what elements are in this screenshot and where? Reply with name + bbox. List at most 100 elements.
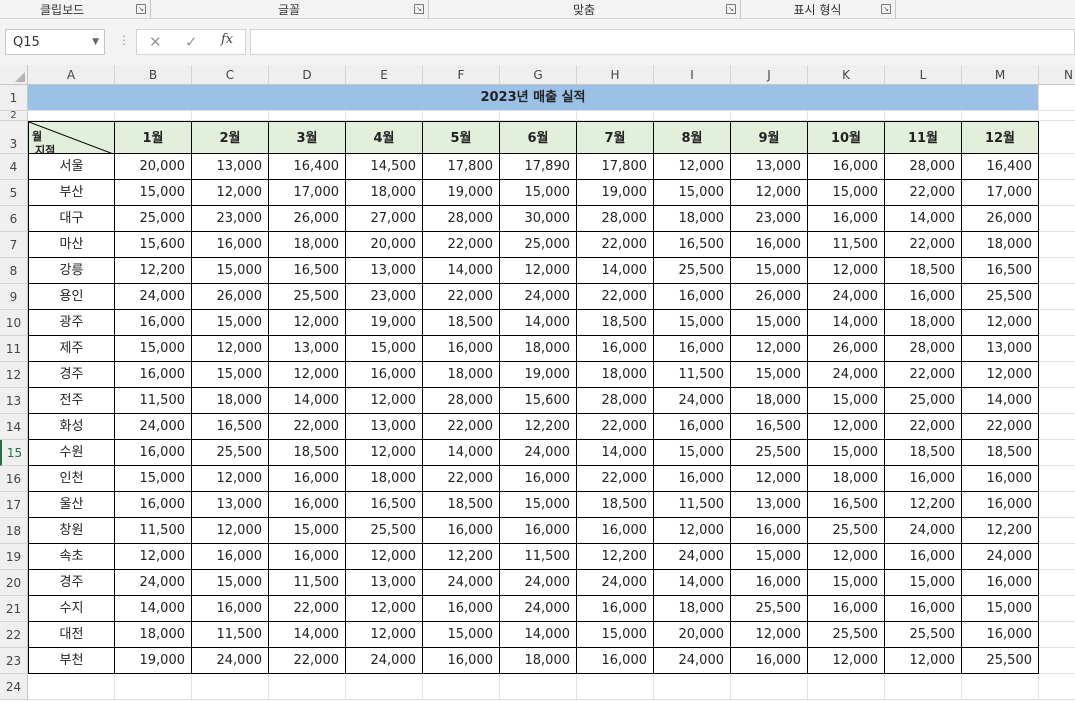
sales-value-cell[interactable]: 13,000 bbox=[962, 336, 1039, 362]
grid-cell[interactable] bbox=[115, 111, 192, 121]
sales-value-cell[interactable]: 16,000 bbox=[423, 596, 500, 622]
sales-value-cell[interactable]: 24,000 bbox=[423, 570, 500, 596]
formula-bar-grip-icon[interactable]: ⋮ bbox=[118, 34, 130, 46]
row-header-2[interactable]: 2 bbox=[0, 111, 28, 121]
grid-cell[interactable] bbox=[962, 674, 1039, 700]
sales-value-cell[interactable]: 15,000 bbox=[423, 622, 500, 648]
sheet-title[interactable]: 2023년 매출 실적 bbox=[28, 85, 1039, 111]
sales-value-cell[interactable]: 18,000 bbox=[500, 648, 577, 674]
sales-value-cell[interactable]: 17,800 bbox=[423, 154, 500, 180]
grid-cell[interactable] bbox=[1039, 466, 1075, 492]
sales-value-cell[interactable]: 11,500 bbox=[192, 622, 269, 648]
sales-value-cell[interactable]: 24,000 bbox=[500, 596, 577, 622]
sales-value-cell[interactable]: 12,200 bbox=[500, 414, 577, 440]
sales-value-cell[interactable]: 13,000 bbox=[346, 258, 423, 284]
sales-value-cell[interactable]: 12,000 bbox=[269, 310, 346, 336]
sales-value-cell[interactable]: 14,000 bbox=[577, 440, 654, 466]
grid-cell[interactable] bbox=[115, 674, 192, 700]
sales-value-cell[interactable]: 16,500 bbox=[269, 258, 346, 284]
column-header-n[interactable]: N bbox=[1039, 65, 1075, 85]
sales-value-cell[interactable]: 18,000 bbox=[192, 388, 269, 414]
sales-value-cell[interactable]: 13,000 bbox=[269, 336, 346, 362]
sales-value-cell[interactable]: 11,500 bbox=[808, 232, 885, 258]
enter-icon[interactable]: ✓ bbox=[185, 33, 198, 51]
sales-value-cell[interactable]: 14,000 bbox=[423, 440, 500, 466]
formula-input[interactable] bbox=[250, 29, 1075, 55]
sales-value-cell[interactable]: 14,000 bbox=[962, 388, 1039, 414]
sales-value-cell[interactable]: 13,000 bbox=[346, 414, 423, 440]
grid-cell[interactable] bbox=[1039, 206, 1075, 232]
sales-value-cell[interactable]: 17,800 bbox=[577, 154, 654, 180]
branch-name-cell[interactable]: 부산 bbox=[28, 180, 115, 206]
sales-value-cell[interactable]: 11,500 bbox=[654, 492, 731, 518]
sales-value-cell[interactable]: 25,500 bbox=[885, 622, 962, 648]
sales-value-cell[interactable]: 16,500 bbox=[808, 492, 885, 518]
worksheet-grid[interactable]: A B C D E F G H I J K L M N 1 2 3 4 5 6 7 8 9 10 11 12 13 14 15 16 17 1… bbox=[0, 65, 1075, 702]
sales-value-cell[interactable]: 18,000 bbox=[808, 466, 885, 492]
sales-value-cell[interactable]: 15,000 bbox=[192, 362, 269, 388]
grid-cell[interactable] bbox=[500, 674, 577, 700]
month-header[interactable]: 12월 bbox=[962, 121, 1039, 154]
sales-value-cell[interactable]: 25,500 bbox=[269, 284, 346, 310]
sales-value-cell[interactable]: 12,000 bbox=[731, 180, 808, 206]
sales-value-cell[interactable]: 18,500 bbox=[423, 492, 500, 518]
sales-value-cell[interactable]: 19,000 bbox=[423, 180, 500, 206]
chevron-down-icon[interactable]: ▼ bbox=[92, 37, 99, 47]
sales-value-cell[interactable]: 15,600 bbox=[500, 388, 577, 414]
sales-value-cell[interactable]: 16,000 bbox=[731, 232, 808, 258]
sales-value-cell[interactable]: 24,000 bbox=[885, 518, 962, 544]
sales-value-cell[interactable]: 16,500 bbox=[962, 258, 1039, 284]
sales-value-cell[interactable]: 15,000 bbox=[731, 544, 808, 570]
sales-value-cell[interactable]: 22,000 bbox=[577, 284, 654, 310]
sales-value-cell[interactable]: 12,000 bbox=[808, 414, 885, 440]
sales-value-cell[interactable]: 12,000 bbox=[885, 648, 962, 674]
row-header-5[interactable]: 5 bbox=[0, 180, 28, 206]
sales-value-cell[interactable]: 12,000 bbox=[500, 258, 577, 284]
cancel-icon[interactable]: ✕ bbox=[149, 33, 162, 51]
sales-value-cell[interactable]: 22,000 bbox=[885, 362, 962, 388]
branch-name-cell[interactable]: 수지 bbox=[28, 596, 115, 622]
row-header-7[interactable]: 7 bbox=[0, 232, 28, 258]
sales-value-cell[interactable]: 15,000 bbox=[731, 310, 808, 336]
sales-value-cell[interactable]: 15,000 bbox=[269, 518, 346, 544]
sales-value-cell[interactable]: 13,000 bbox=[731, 154, 808, 180]
sales-value-cell[interactable]: 16,000 bbox=[423, 518, 500, 544]
row-header-9[interactable]: 9 bbox=[0, 284, 28, 310]
sales-value-cell[interactable]: 14,000 bbox=[115, 596, 192, 622]
sales-value-cell[interactable]: 19,000 bbox=[115, 648, 192, 674]
branch-name-cell[interactable]: 인천 bbox=[28, 466, 115, 492]
sales-value-cell[interactable]: 14,000 bbox=[654, 570, 731, 596]
sales-value-cell[interactable]: 16,000 bbox=[423, 648, 500, 674]
sales-value-cell[interactable]: 26,000 bbox=[192, 284, 269, 310]
header-corner-cell[interactable]: 월 지점 bbox=[28, 121, 115, 154]
sales-value-cell[interactable]: 12,200 bbox=[423, 544, 500, 570]
sales-value-cell[interactable]: 12,000 bbox=[808, 544, 885, 570]
sales-value-cell[interactable]: 16,400 bbox=[962, 154, 1039, 180]
sales-value-cell[interactable]: 16,000 bbox=[885, 284, 962, 310]
sales-value-cell[interactable]: 18,500 bbox=[577, 492, 654, 518]
sales-value-cell[interactable]: 11,500 bbox=[115, 388, 192, 414]
branch-name-cell[interactable]: 경주 bbox=[28, 362, 115, 388]
row-header-17[interactable]: 17 bbox=[0, 492, 28, 518]
grid-cell[interactable] bbox=[1039, 518, 1075, 544]
grid-cell[interactable] bbox=[1039, 440, 1075, 466]
sales-value-cell[interactable]: 22,000 bbox=[423, 232, 500, 258]
sales-value-cell[interactable]: 24,000 bbox=[808, 284, 885, 310]
month-header[interactable]: 10월 bbox=[808, 121, 885, 154]
grid-cell[interactable] bbox=[346, 674, 423, 700]
sales-value-cell[interactable]: 16,400 bbox=[269, 154, 346, 180]
month-header[interactable]: 3월 bbox=[269, 121, 346, 154]
sales-value-cell[interactable]: 15,000 bbox=[962, 596, 1039, 622]
branch-name-cell[interactable]: 마산 bbox=[28, 232, 115, 258]
sales-value-cell[interactable]: 12,000 bbox=[192, 518, 269, 544]
sales-value-cell[interactable]: 12,000 bbox=[808, 648, 885, 674]
month-header[interactable]: 6월 bbox=[500, 121, 577, 154]
grid-cell[interactable] bbox=[1039, 180, 1075, 206]
sales-value-cell[interactable]: 25,500 bbox=[654, 258, 731, 284]
sales-value-cell[interactable]: 16,000 bbox=[654, 466, 731, 492]
sales-value-cell[interactable]: 15,000 bbox=[654, 310, 731, 336]
sales-value-cell[interactable]: 25,500 bbox=[808, 518, 885, 544]
sales-value-cell[interactable]: 16,000 bbox=[192, 544, 269, 570]
sales-value-cell[interactable]: 12,200 bbox=[577, 544, 654, 570]
sales-value-cell[interactable]: 12,000 bbox=[731, 622, 808, 648]
